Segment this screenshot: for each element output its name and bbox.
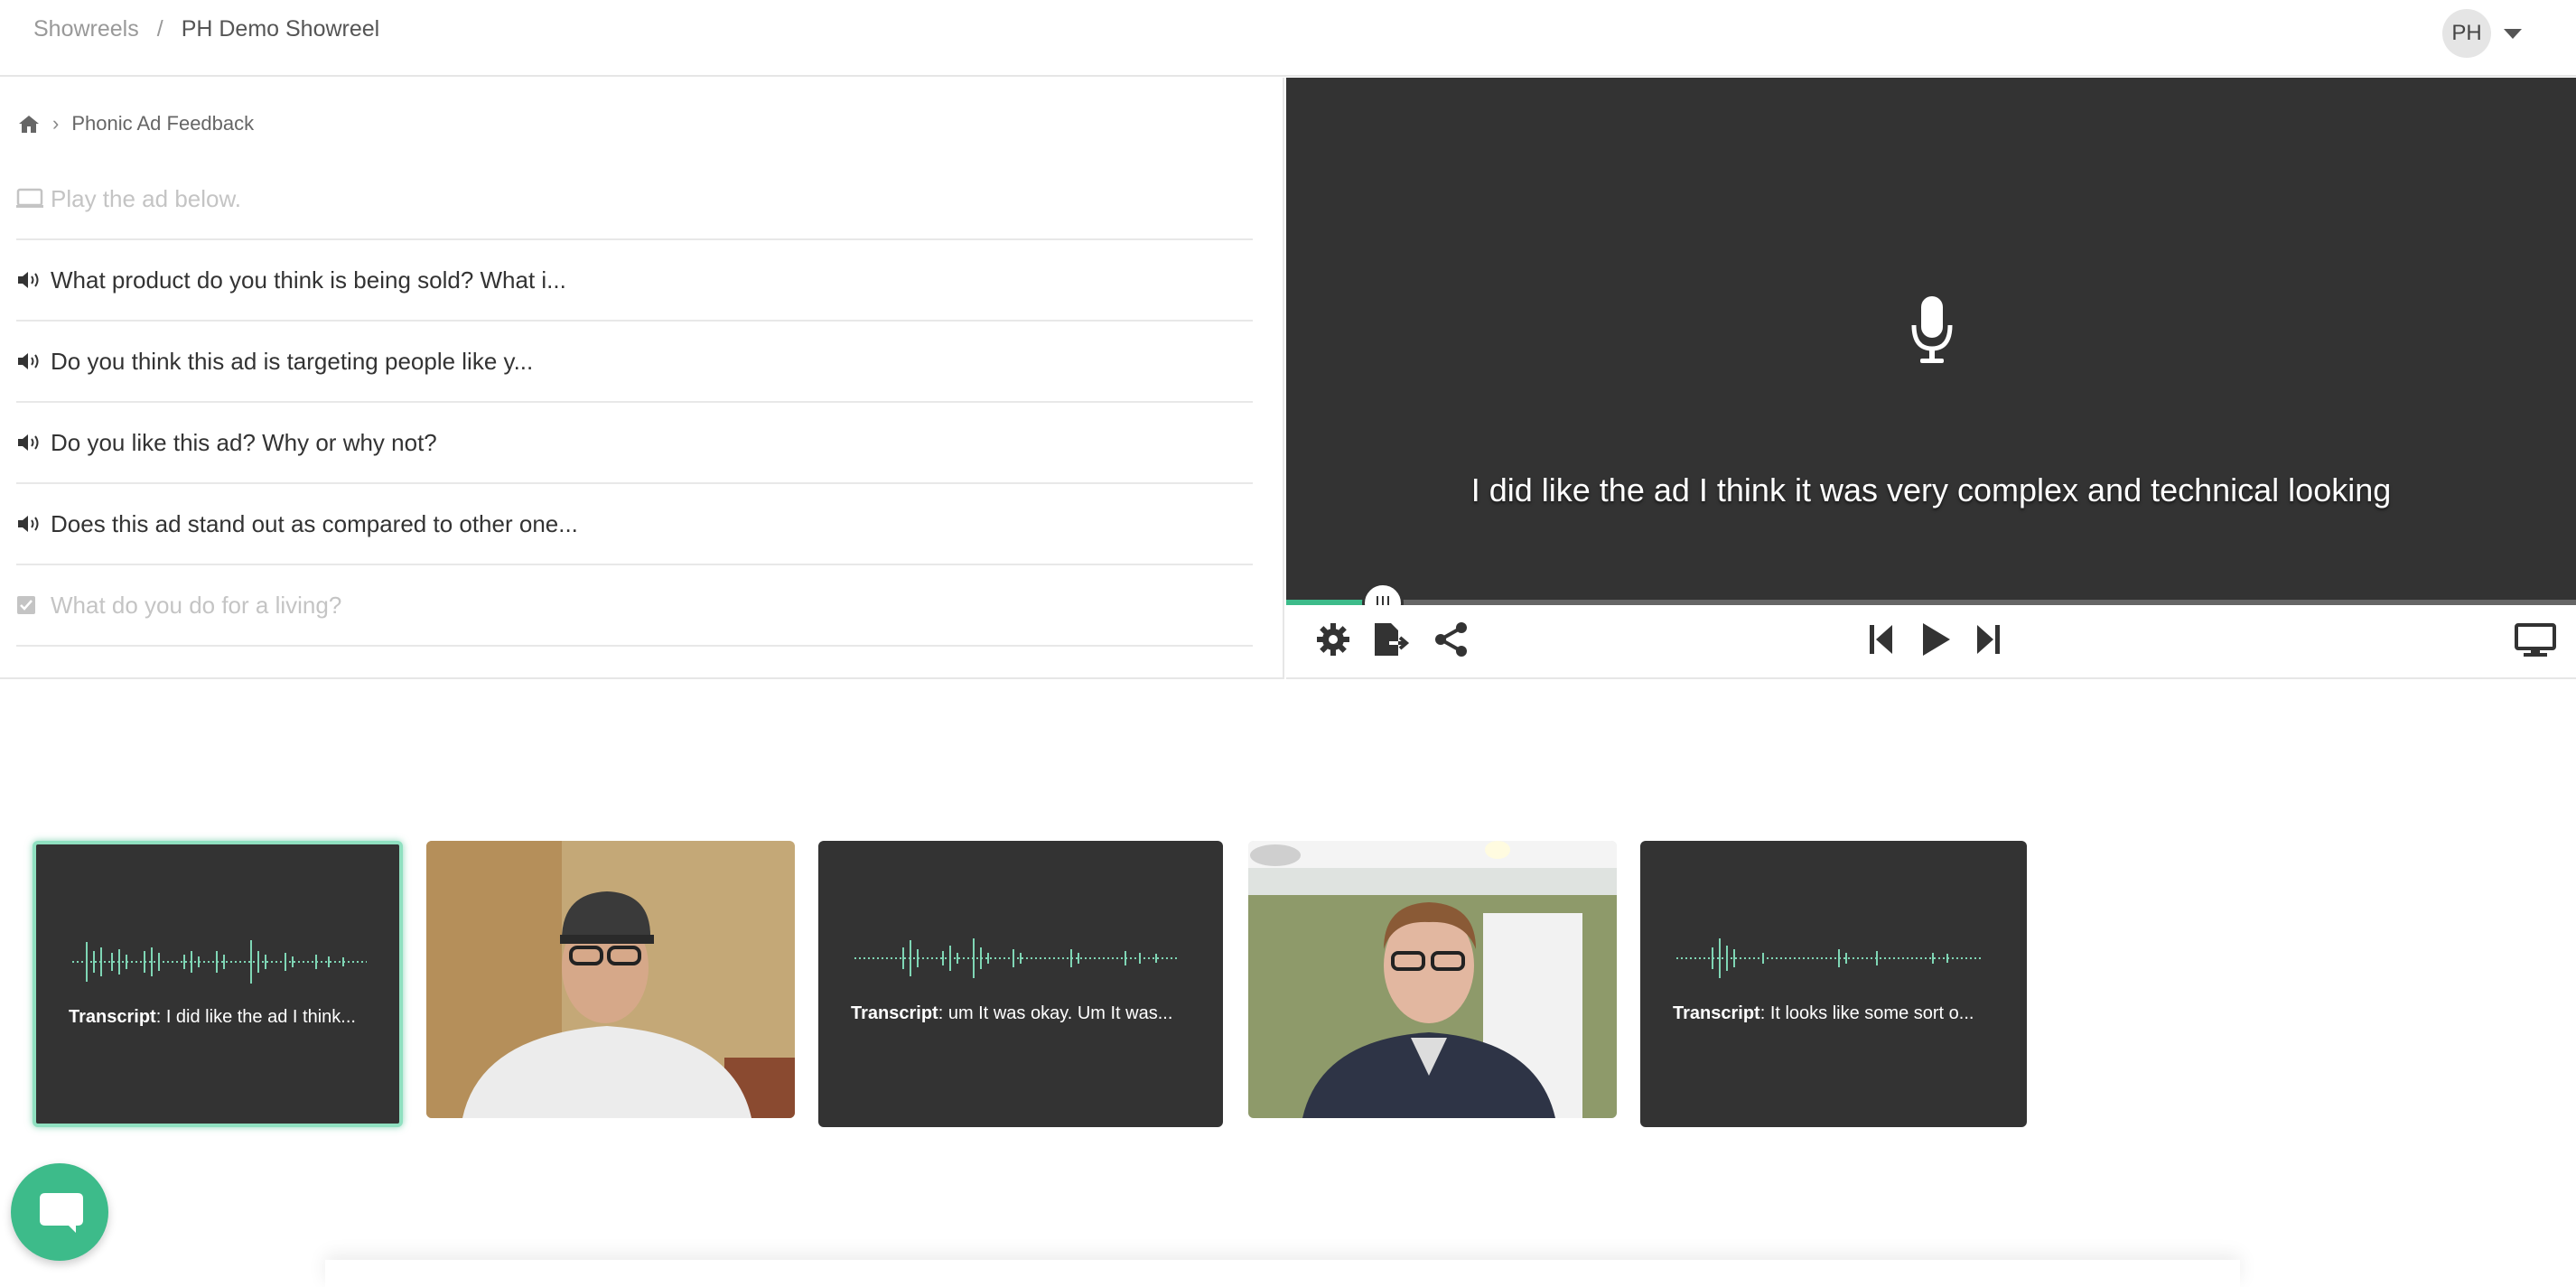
waveform-icon <box>1676 938 1983 978</box>
survey-breadcrumb: › Phonic Ad Feedback <box>18 112 254 135</box>
response-card-audio[interactable]: Transcript: I did like the ad I think... <box>33 841 403 1127</box>
question-label: Do you like this ad? Why or why not? <box>51 428 437 456</box>
question-item[interactable]: Do you think this ad is targeting people… <box>16 322 1253 403</box>
breadcrumb-current: PH Demo Showreel <box>181 16 380 42</box>
breadcrumb-showreels[interactable]: Showreels <box>33 16 139 42</box>
skip-back-icon[interactable] <box>1868 623 1895 656</box>
chevron-down-icon[interactable] <box>2504 28 2522 39</box>
response-card-video[interactable] <box>426 841 795 1118</box>
question-item[interactable]: What product do you think is being sold?… <box>16 240 1253 322</box>
waveform-icon <box>72 940 367 984</box>
checkbox-icon <box>16 593 45 617</box>
response-card-audio[interactable]: Transcript: It looks like some sort o... <box>1640 841 2027 1127</box>
top-bar: Showreels / PH Demo Showreel PH <box>0 0 2576 77</box>
question-item[interactable]: What do you do for a living? <box>16 565 1253 647</box>
export-icon[interactable] <box>1373 621 1413 657</box>
speaker-icon <box>16 350 45 373</box>
question-label: What do you do for a living? <box>51 591 342 619</box>
transcript-preview: Transcript: um It was okay. Um It was... <box>851 1003 1173 1023</box>
transcript-preview: Transcript: It looks like some sort o... <box>1673 1003 1974 1023</box>
question-label: Does this ad stand out as compared to ot… <box>51 509 578 537</box>
video-thumbnail <box>1248 841 1617 1118</box>
microphone-icon <box>1911 296 1953 363</box>
avatar[interactable]: PH <box>2442 9 2491 58</box>
survey-name[interactable]: Phonic Ad Feedback <box>71 112 254 135</box>
breadcrumb-separator: / <box>156 16 163 42</box>
speaker-icon <box>16 431 45 454</box>
video-thumbnail <box>426 841 795 1118</box>
display-icon <box>16 187 45 210</box>
question-item[interactable]: Play the ad below. <box>16 159 1253 240</box>
share-icon[interactable] <box>1434 621 1469 657</box>
question-label: Play the ad below. <box>51 184 242 212</box>
player-controls <box>1286 605 2576 679</box>
question-item[interactable]: Do you like this ad? Why or why not? <box>16 403 1253 484</box>
gear-icon[interactable] <box>1315 621 1351 657</box>
chat-launcher[interactable] <box>11 1163 108 1261</box>
breadcrumb: Showreels / PH Demo Showreel <box>33 16 379 42</box>
display-mode-icon[interactable] <box>2515 623 2556 657</box>
subtitle-caption: I did like the ad I think it was very co… <box>1470 471 2392 508</box>
media-player[interactable]: I did like the ad I think it was very co… <box>1286 78 2576 602</box>
chevron-right-icon: › <box>52 112 60 135</box>
speaker-icon <box>16 268 45 292</box>
bottom-edge-shadow <box>325 1260 2240 1287</box>
question-label: What product do you think is being sold?… <box>51 266 566 294</box>
response-card-audio[interactable]: Transcript: um It was okay. Um It was... <box>818 841 1223 1127</box>
transcript-preview: Transcript: I did like the ad I think... <box>69 1007 356 1027</box>
waveform-icon <box>854 938 1180 978</box>
speaker-icon <box>16 512 45 536</box>
question-item[interactable]: Does this ad stand out as compared to ot… <box>16 484 1253 565</box>
chat-icon <box>36 1193 83 1233</box>
user-menu[interactable]: PH <box>2442 9 2522 58</box>
skip-forward-icon[interactable] <box>1974 623 2002 656</box>
question-panel: › Phonic Ad Feedback Play the ad below. … <box>0 78 1284 679</box>
question-label: Do you think this ad is targeting people… <box>51 347 534 375</box>
response-card-video[interactable] <box>1248 841 1617 1118</box>
play-icon[interactable] <box>1921 621 1952 657</box>
question-list: Play the ad below. What product do you t… <box>16 159 1253 647</box>
home-icon[interactable] <box>18 114 40 134</box>
